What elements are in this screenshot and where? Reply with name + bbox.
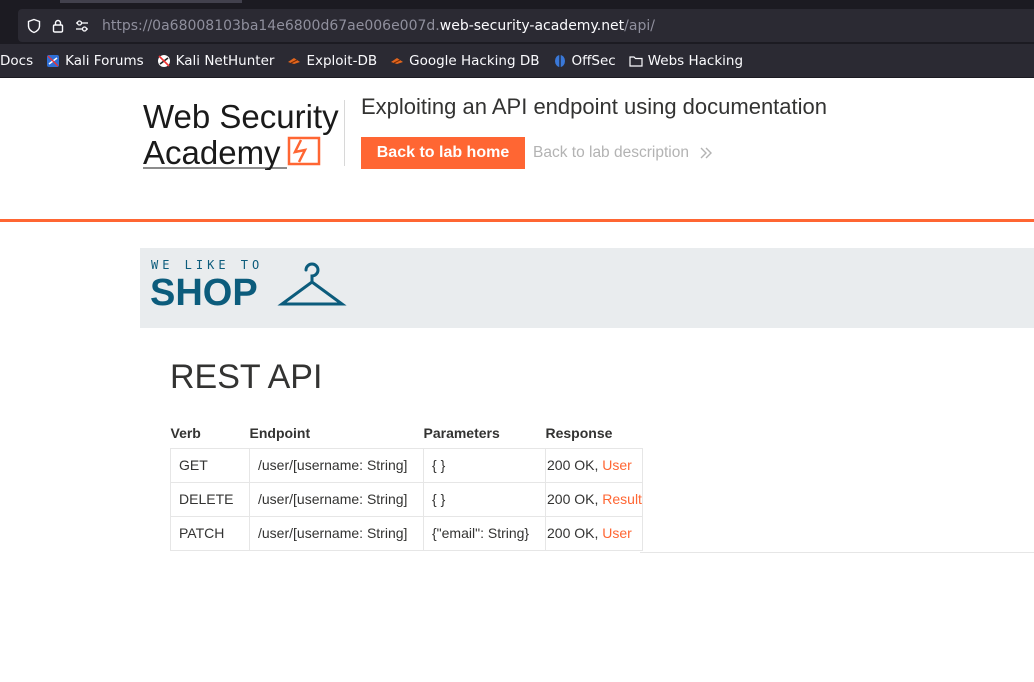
bookmark-offsec[interactable]: OffSec — [553, 53, 616, 69]
response-status: 200 OK, — [547, 457, 603, 473]
bookmark-label: Docs — [0, 52, 34, 69]
offsec-icon — [553, 54, 567, 68]
exploit-db-icon — [287, 54, 301, 68]
bookmark-label: Exploit-DB — [306, 52, 378, 69]
column-header-parameters: Parameters — [423, 424, 500, 441]
bookmark-google-hacking-db[interactable]: Google Hacking DB — [390, 52, 540, 69]
web-security-academy-logo[interactable]: Web Security Academy — [143, 98, 343, 170]
shield-icon[interactable] — [26, 18, 42, 34]
shop-banner: WE LIKE TO SHOP — [140, 248, 1034, 328]
endpoint-cell: /user/[username: String] — [249, 515, 424, 551]
logo-line2: Academy — [143, 134, 281, 170]
endpoint-cell: /user/[username: String] — [249, 481, 424, 517]
parameters-cell: {"email": String} — [423, 515, 546, 551]
response-status: 200 OK, — [547, 525, 603, 541]
double-chevron-right-icon — [699, 146, 713, 160]
bookmark-kali-forums[interactable]: Kali Forums — [46, 53, 144, 69]
bookmark-kali-nethunter[interactable]: Kali NetHunter — [157, 52, 275, 69]
header-divider — [344, 100, 345, 166]
page-content: Web Security Academy Exploiting an API e… — [0, 78, 1034, 682]
table-row: DELETE /user/[username: String] { } 200 … — [170, 481, 643, 517]
url-prefix: https://0a68008103ba14e6800d67ae006e007d… — [102, 17, 440, 34]
we-like-to-shop-logo[interactable]: WE LIKE TO SHOP — [150, 258, 350, 318]
table-header-row: Verb Endpoint Parameters Response — [171, 418, 643, 448]
column-header-verb: Verb — [170, 424, 201, 441]
ghdb-icon — [390, 54, 404, 68]
response-cell: 200 OK, Result — [545, 481, 643, 517]
kali-nethunter-icon — [157, 54, 171, 68]
back-to-lab-description-link[interactable]: Back to lab description — [533, 144, 713, 162]
url-path: /api/ — [624, 17, 655, 34]
api-table: Verb Endpoint Parameters Response GET /u… — [170, 418, 643, 551]
lock-icon[interactable] — [50, 18, 66, 34]
verb-cell: PATCH — [170, 515, 250, 551]
kali-forums-icon — [46, 54, 60, 68]
permissions-icon[interactable] — [74, 18, 90, 34]
url-text[interactable]: https://0a68008103ba14e6800d67ae006e007d… — [102, 18, 655, 34]
shop-word: SHOP — [150, 272, 258, 314]
verb-cell: GET — [170, 447, 250, 483]
back-to-lab-description-label: Back to lab description — [533, 144, 689, 161]
bookmark-label: Webs Hacking — [647, 52, 744, 69]
coat-hanger-icon — [277, 262, 347, 306]
back-to-lab-home-button[interactable]: Back to lab home — [361, 137, 525, 169]
bookmark-label: Google Hacking DB — [409, 52, 540, 69]
table-bottom-rule — [640, 552, 1034, 553]
bookmark-label: OffSec — [571, 52, 616, 69]
lab-header: Web Security Academy Exploiting an API e… — [0, 78, 1034, 223]
bookmark-folder-webs-hacking[interactable]: Webs Hacking — [629, 53, 743, 69]
table-row: PATCH /user/[username: String] {"email":… — [170, 515, 643, 551]
api-title: REST API — [170, 358, 323, 396]
bookmark-docs[interactable]: Docs — [0, 53, 33, 69]
parameters-cell: { } — [423, 447, 546, 483]
column-header-response: Response — [545, 424, 613, 441]
logo-line1: Web Security — [143, 98, 339, 135]
response-cell: 200 OK, User — [545, 515, 643, 551]
lab-title: Exploiting an API endpoint using documen… — [361, 94, 827, 119]
column-header-endpoint: Endpoint — [249, 424, 311, 441]
response-link-result[interactable]: Result — [602, 491, 642, 507]
url-host: web-security-academy.net — [439, 17, 625, 34]
response-link-user[interactable]: User — [602, 525, 632, 541]
bookmark-exploit-db[interactable]: Exploit-DB — [287, 53, 377, 69]
bookmarks-toolbar: Docs Kali Forums Kali NetHunter Exploit-… — [0, 44, 1034, 78]
endpoint-cell: /user/[username: String] — [249, 447, 424, 483]
response-status: 200 OK, — [547, 491, 603, 507]
parameters-cell: { } — [423, 481, 546, 517]
table-row: GET /user/[username: String] { } 200 OK,… — [170, 447, 643, 483]
header-accent-rule — [0, 219, 1034, 222]
bookmark-label: Kali NetHunter — [175, 52, 275, 69]
verb-cell: DELETE — [170, 481, 250, 517]
response-link-user[interactable]: User — [602, 457, 632, 473]
bookmark-label: Kali Forums — [65, 52, 144, 69]
folder-icon — [629, 54, 643, 68]
url-bar[interactable]: https://0a68008103ba14e6800d67ae006e007d… — [18, 9, 1034, 42]
response-cell: 200 OK, User — [545, 447, 643, 483]
browser-toolbar: https://0a68008103ba14e6800d67ae006e007d… — [0, 0, 1034, 44]
active-tab-indicator[interactable] — [60, 0, 242, 3]
shop-tagline: WE LIKE TO — [151, 258, 263, 272]
